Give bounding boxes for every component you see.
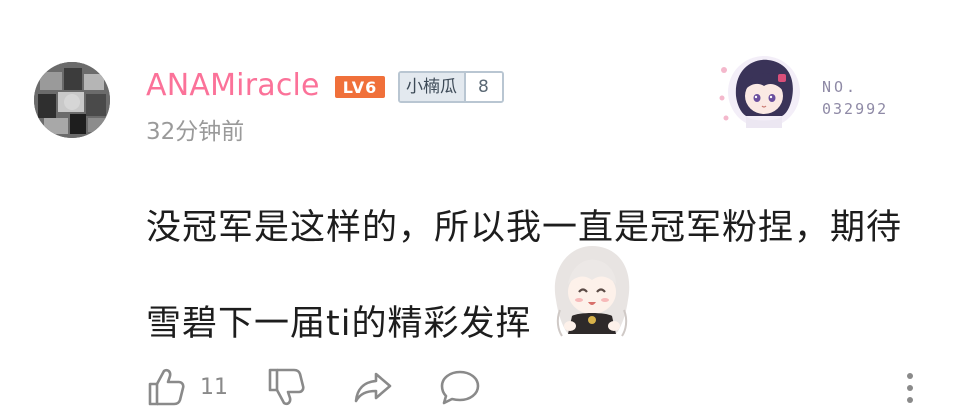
username[interactable]: ANAMiracle — [146, 66, 320, 106]
decoration-card[interactable] — [716, 52, 916, 132]
comment-icon[interactable] — [438, 366, 482, 412]
share-icon[interactable] — [352, 366, 394, 412]
thumbs-up-icon[interactable] — [146, 366, 186, 412]
comment-time: 32分钟前 — [146, 119, 245, 145]
decoration-number: 032992 — [822, 100, 889, 118]
more-vertical-icon[interactable] — [900, 368, 920, 408]
like-count: 11 — [200, 375, 228, 400]
level-badge: LV6 — [335, 76, 385, 98]
decoration-label: NO. — [822, 78, 859, 96]
fan-badge-level: 8 — [466, 73, 502, 101]
avatar-image — [34, 62, 110, 138]
fan-badge-name: 小楠瓜 — [400, 73, 466, 101]
decoration-character-image — [719, 56, 800, 128]
level-badge-text: LV6 — [343, 78, 378, 97]
emoji-sticker — [546, 240, 638, 338]
avatar[interactable] — [34, 62, 110, 138]
thumbs-down-icon[interactable] — [266, 366, 306, 412]
fan-badge[interactable]: 小楠瓜 8 — [398, 71, 504, 103]
